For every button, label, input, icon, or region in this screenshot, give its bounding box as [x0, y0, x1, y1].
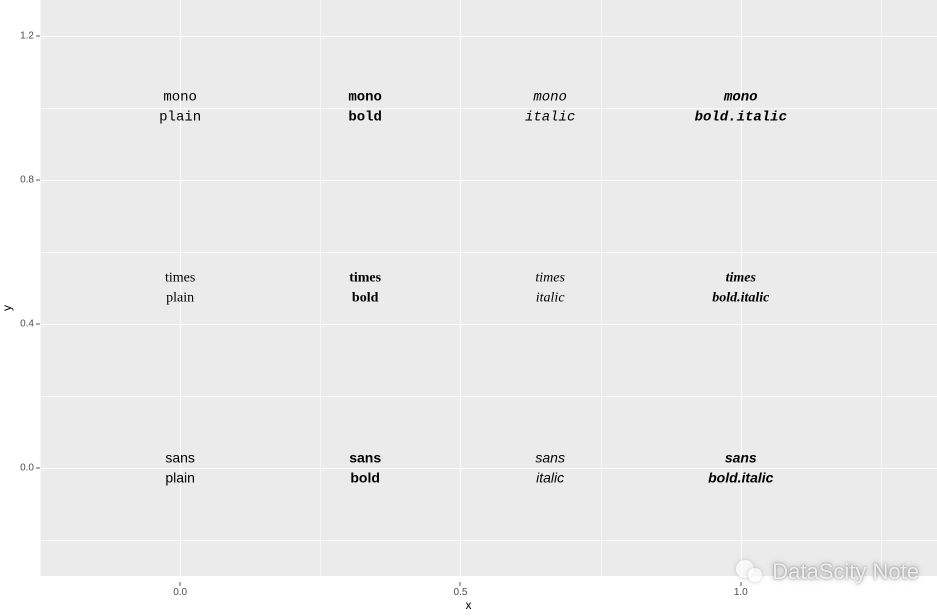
- x-tick-label: 0.5: [454, 587, 468, 598]
- text-label-face: italic: [535, 288, 565, 308]
- y-tick-mark: [36, 324, 40, 325]
- x-tick-mark: [180, 582, 181, 586]
- text-label-family: sans: [708, 448, 773, 468]
- text-label-family: times: [535, 268, 565, 288]
- text-label-family: sans: [535, 448, 565, 468]
- text-label-family: times: [349, 268, 381, 288]
- text-label-family: sans: [165, 448, 195, 468]
- text-label: monobold.italic: [695, 88, 787, 127]
- text-label-family: sans: [349, 448, 381, 468]
- text-label: sansplain: [165, 448, 195, 487]
- text-label-family: mono: [695, 88, 787, 108]
- x-axis-title: x: [466, 598, 472, 612]
- text-label-face: plain: [159, 108, 201, 128]
- text-label-face: plain: [165, 288, 195, 308]
- text-label-face: bold: [348, 108, 382, 128]
- text-label: timesitalic: [535, 268, 565, 307]
- text-label: timesbold.italic: [712, 268, 769, 307]
- y-tick-label: 1.2: [12, 31, 34, 42]
- plot-panel: sansplainsansboldsansitalicsansbold.ital…: [40, 0, 937, 576]
- text-label-face: italic: [525, 108, 575, 128]
- text-label-family: mono: [348, 88, 382, 108]
- text-label-face: bold.italic: [712, 288, 769, 308]
- y-tick-mark: [36, 468, 40, 469]
- y-tick-mark: [36, 180, 40, 181]
- text-label-face: bold.italic: [708, 468, 773, 488]
- text-label-family: times: [165, 268, 195, 288]
- text-label-family: mono: [159, 88, 201, 108]
- text-label-face: bold: [349, 468, 381, 488]
- text-label: timesplain: [165, 268, 195, 307]
- y-axis-title: y: [0, 305, 14, 311]
- text-label: sansitalic: [535, 448, 565, 487]
- y-tick-label: 0.4: [12, 319, 34, 330]
- text-label: monoitalic: [525, 88, 575, 127]
- y-tick-label: 0.0: [12, 463, 34, 474]
- text-label: timesbold: [349, 268, 381, 307]
- x-tick-mark: [740, 582, 741, 586]
- text-label-face: plain: [165, 468, 195, 488]
- text-label-family: mono: [525, 88, 575, 108]
- text-label: monoplain: [159, 88, 201, 127]
- text-label-family: times: [712, 268, 769, 288]
- x-tick-label: 0.0: [173, 587, 187, 598]
- y-tick-label: 0.8: [12, 175, 34, 186]
- y-tick-mark: [36, 36, 40, 37]
- text-label: sansbold: [349, 448, 381, 487]
- text-label: monobold: [348, 88, 382, 127]
- text-label: sansbold.italic: [708, 448, 773, 487]
- text-label-face: italic: [535, 468, 565, 488]
- text-label-face: bold: [349, 288, 381, 308]
- text-label-face: bold.italic: [695, 108, 787, 128]
- x-tick-label: 1.0: [734, 587, 748, 598]
- x-tick-mark: [460, 582, 461, 586]
